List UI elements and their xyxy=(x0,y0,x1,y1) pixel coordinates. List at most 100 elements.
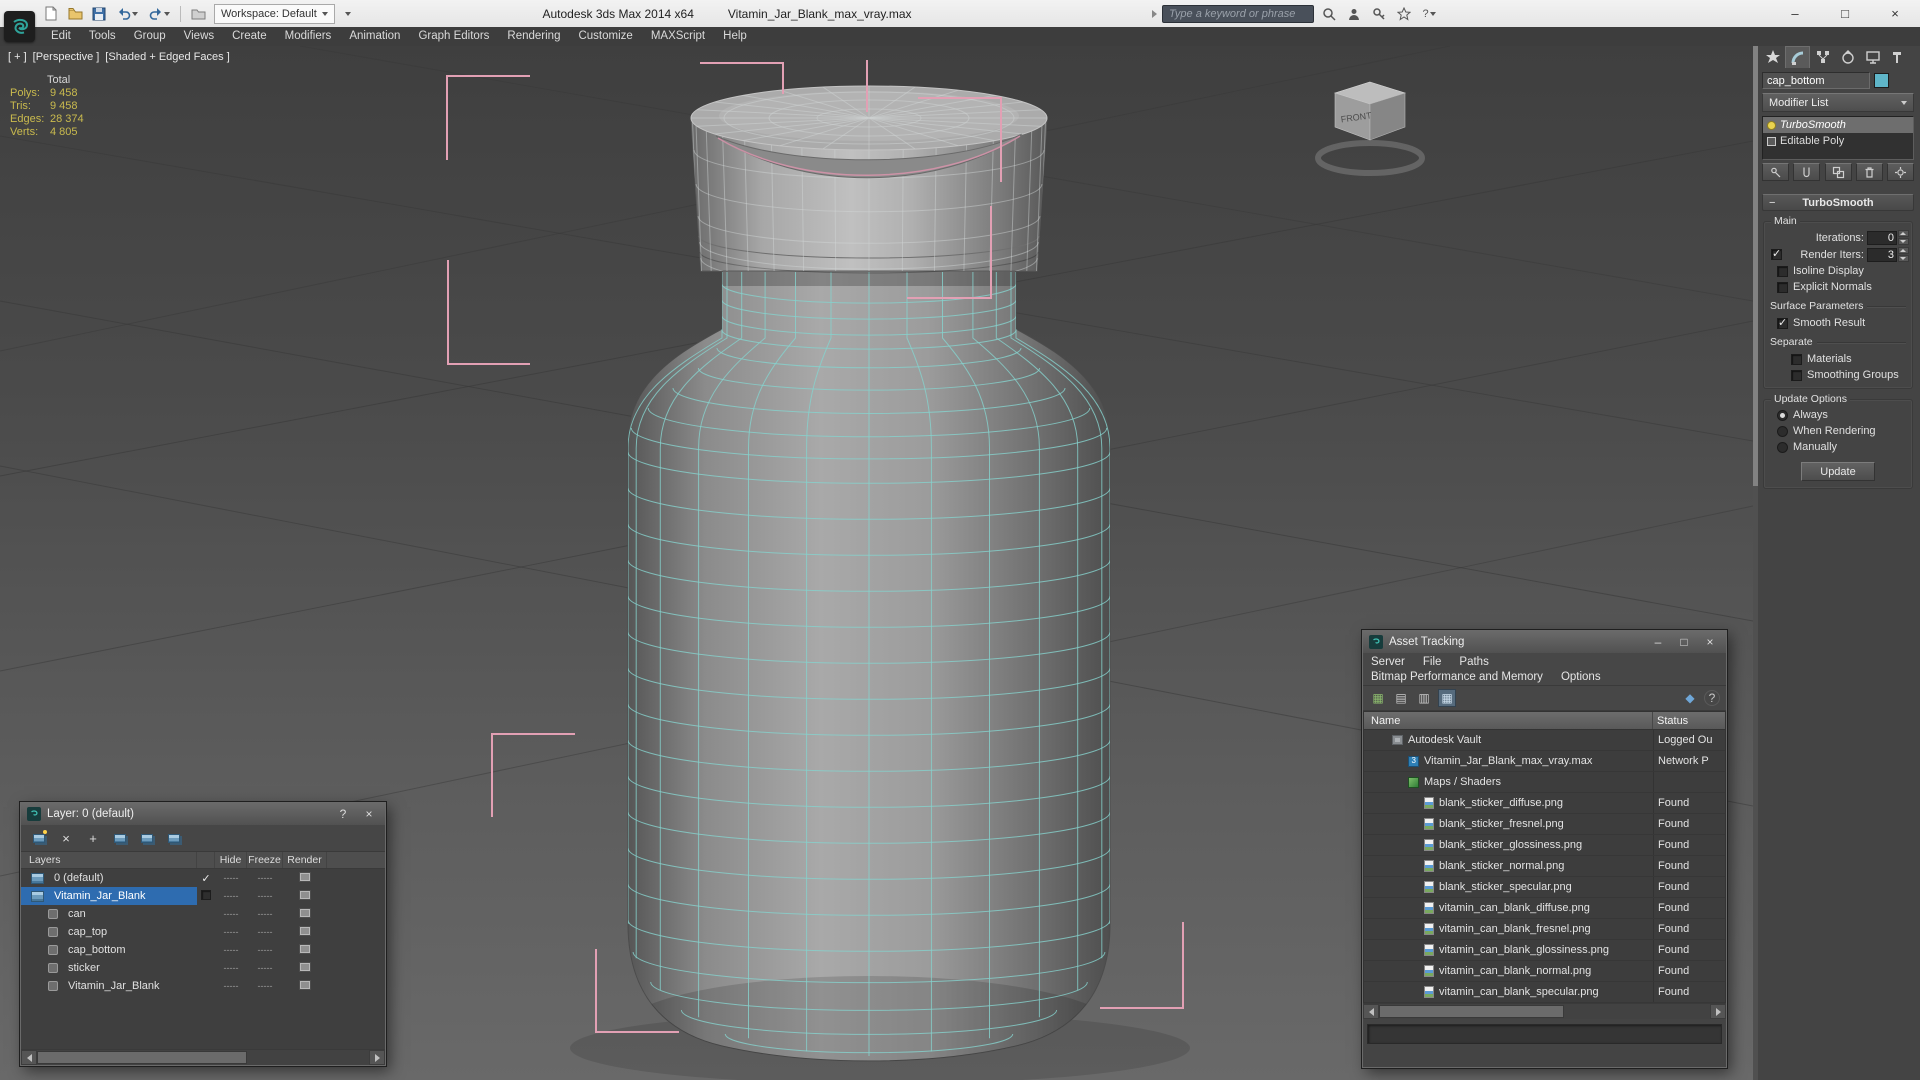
application-menu-button[interactable] xyxy=(4,11,35,42)
layer-help-button[interactable]: ? xyxy=(333,806,353,822)
viewcube-ring[interactable] xyxy=(1315,140,1425,176)
help-icon[interactable]: ? xyxy=(1419,4,1439,24)
select-layer-objects-button[interactable] xyxy=(110,828,130,848)
menu-create[interactable]: Create xyxy=(223,27,276,46)
add-selection-to-layer-button[interactable]: + xyxy=(83,828,103,848)
asset-name-cell[interactable]: Maps / Shaders xyxy=(1364,772,1653,792)
titlebar[interactable]: Workspace: Default Autodesk 3ds Max 2014… xyxy=(0,0,1920,27)
app-exchange-icon[interactable] xyxy=(1369,4,1389,24)
asset-menu-file[interactable]: File xyxy=(1423,656,1442,668)
menu-help[interactable]: Help xyxy=(714,27,756,46)
render-iters-checkbox[interactable] xyxy=(1771,247,1782,260)
menu-tools[interactable]: Tools xyxy=(80,27,125,46)
layer-horizontal-scrollbar[interactable] xyxy=(21,1049,385,1065)
command-panel-scrollbar[interactable] xyxy=(1753,46,1758,1080)
render-flag-icon[interactable] xyxy=(299,871,311,882)
freeze-toggle[interactable] xyxy=(247,926,283,938)
render-cell[interactable] xyxy=(283,979,327,993)
sign-in-icon[interactable] xyxy=(1344,4,1364,24)
explicit-normals-checkbox[interactable] xyxy=(1777,281,1788,293)
column-render[interactable]: Render xyxy=(283,852,327,868)
layer-name-cell[interactable]: Vitamin_Jar_Blank xyxy=(21,887,197,905)
iterations-spinner[interactable] xyxy=(1898,230,1909,245)
asset-name-cell[interactable]: blank_sticker_glossiness.png xyxy=(1364,835,1653,855)
scrollbar-thumb[interactable] xyxy=(1753,46,1758,486)
menu-animation[interactable]: Animation xyxy=(340,27,409,46)
viewcube[interactable]: FRONT xyxy=(1315,81,1425,176)
tab-hierarchy[interactable] xyxy=(1810,46,1835,68)
view-columns-icon[interactable]: ▥ xyxy=(1415,689,1433,707)
layer-row[interactable]: cap_bottom xyxy=(21,941,385,959)
hide-toggle[interactable] xyxy=(215,962,247,974)
always-radio[interactable] xyxy=(1777,409,1788,421)
hide-toggle[interactable] xyxy=(215,926,247,938)
asset-row[interactable]: blank_sticker_fresnel.png Found xyxy=(1364,814,1725,835)
minimize-button[interactable]: – xyxy=(1770,0,1820,27)
manually-radio[interactable] xyxy=(1777,441,1788,453)
asset-name-cell[interactable]: vitamin_can_blank_glossiness.png xyxy=(1364,940,1653,960)
asset-row[interactable]: vitamin_can_blank_normal.png Found xyxy=(1364,961,1725,982)
workspace-options-button[interactable] xyxy=(337,3,359,25)
asset-row[interactable]: vitamin_can_blank_glossiness.png Found xyxy=(1364,940,1725,961)
layer-row[interactable]: 0 (default) xyxy=(21,869,385,887)
hide-toggle[interactable] xyxy=(215,944,247,956)
render-cell[interactable] xyxy=(283,961,327,975)
materials-checkbox[interactable] xyxy=(1791,353,1802,365)
column-freeze[interactable]: Freeze xyxy=(247,852,283,868)
new-scene-button[interactable] xyxy=(40,3,62,25)
scrollbar-thumb[interactable] xyxy=(37,1051,247,1064)
viewport-general-menu[interactable]: [ + ] xyxy=(8,51,27,63)
tab-create[interactable] xyxy=(1760,46,1785,68)
asset-close-button[interactable]: × xyxy=(1700,634,1720,650)
menu-customize[interactable]: Customize xyxy=(569,27,641,46)
asset-name-cell[interactable]: vitamin_can_blank_fresnel.png xyxy=(1364,919,1653,939)
scrollbar-thumb[interactable] xyxy=(1379,1005,1564,1018)
render-flag-icon[interactable] xyxy=(299,943,311,954)
maximize-button[interactable]: □ xyxy=(1820,0,1870,27)
search-icon[interactable] xyxy=(1319,4,1339,24)
column-hide[interactable]: Hide xyxy=(215,852,247,868)
asset-window-titlebar[interactable]: Asset Tracking – □ × xyxy=(1363,631,1726,653)
layer-window-titlebar[interactable]: Layer: 0 (default) ? × xyxy=(21,803,385,825)
current-layer-check-icon[interactable] xyxy=(197,872,215,885)
view-grid-icon[interactable]: ▦ xyxy=(1438,689,1456,707)
freeze-toggle[interactable] xyxy=(247,944,283,956)
view-table-icon[interactable]: ▦ xyxy=(1369,689,1387,707)
viewport-shading-menu[interactable]: [Shaded + Edged Faces ] xyxy=(105,51,229,63)
asset-name-cell[interactable]: Vitamin_Jar_Blank_max_vray.max xyxy=(1364,751,1653,771)
asset-menu-bitmap-performance[interactable]: Bitmap Performance and Memory xyxy=(1371,671,1543,683)
project-folder-button[interactable] xyxy=(187,3,209,25)
object-name-field[interactable] xyxy=(1762,72,1870,89)
view-list-icon[interactable]: ▤ xyxy=(1392,689,1410,707)
hide-unhide-layer-button[interactable] xyxy=(164,828,184,848)
render-cell[interactable] xyxy=(283,889,327,903)
hide-toggle[interactable] xyxy=(215,980,247,992)
menu-maxscript[interactable]: MAXScript xyxy=(642,27,714,46)
layer-name-cell[interactable]: sticker xyxy=(21,959,197,977)
asset-name-cell[interactable]: vitamin_can_blank_specular.png xyxy=(1364,982,1653,1002)
current-layer-box[interactable] xyxy=(201,889,211,900)
freeze-toggle[interactable] xyxy=(247,980,283,992)
viewport-pov-menu[interactable]: [Perspective ] xyxy=(33,51,100,63)
modifier-stack-item-turbosmooth[interactable]: TurboSmooth xyxy=(1763,117,1913,133)
undo-button[interactable] xyxy=(112,3,142,25)
asset-horizontal-scrollbar[interactable] xyxy=(1363,1003,1726,1019)
modifier-list-dropdown[interactable]: Modifier List xyxy=(1762,93,1914,112)
iterations-field[interactable]: 0 xyxy=(1867,230,1897,245)
menu-group[interactable]: Group xyxy=(125,27,175,46)
close-button[interactable]: × xyxy=(1870,0,1920,27)
when-rendering-radio[interactable] xyxy=(1777,425,1788,437)
smoothing-groups-checkbox[interactable] xyxy=(1791,369,1802,381)
asset-row[interactable]: Autodesk Vault Logged Ou xyxy=(1364,730,1725,751)
scroll-left-button[interactable] xyxy=(1363,1004,1379,1019)
remove-modifier-button[interactable] xyxy=(1855,163,1883,181)
asset-row[interactable]: blank_sticker_glossiness.png Found xyxy=(1364,835,1725,856)
column-status[interactable]: Status xyxy=(1653,712,1725,729)
asset-menu-options[interactable]: Options xyxy=(1561,671,1601,683)
modifier-stack-item-editable-poly[interactable]: Editable Poly xyxy=(1763,133,1913,149)
asset-help-icon[interactable]: ? xyxy=(1704,690,1720,706)
asset-name-cell[interactable]: blank_sticker_diffuse.png xyxy=(1364,793,1653,813)
scrollbar-track[interactable] xyxy=(1379,1004,1710,1019)
layer-row[interactable]: sticker xyxy=(21,959,385,977)
render-cell[interactable] xyxy=(283,871,327,885)
